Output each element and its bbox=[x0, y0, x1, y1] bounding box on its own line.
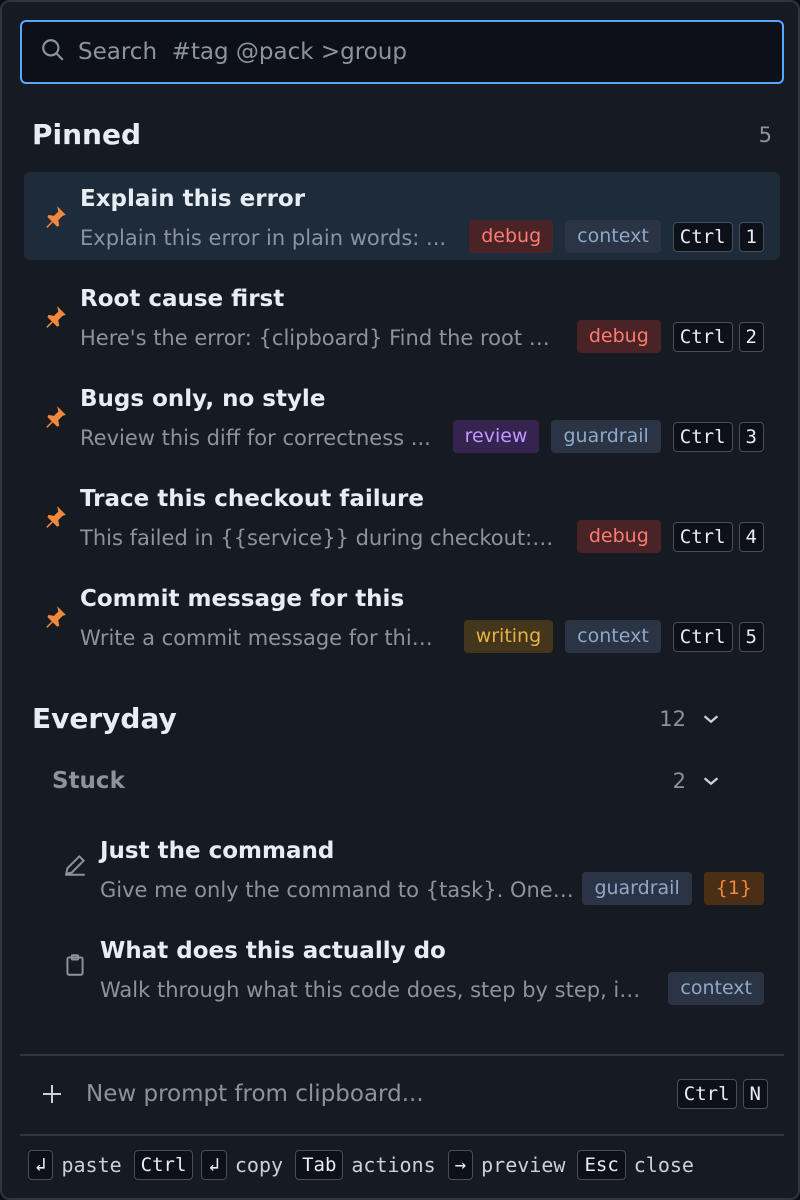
prompt-desc: Review this diff for correctness ... bbox=[80, 426, 431, 450]
pinned-count: 5 bbox=[758, 122, 772, 147]
tag-badge[interactable]: guardrail bbox=[582, 872, 692, 905]
key-cap: Esc bbox=[577, 1150, 626, 1180]
prompt-desc: This failed in {{service}} during checko… bbox=[80, 526, 554, 550]
shortcut: Ctrl 1 bbox=[672, 221, 764, 252]
pinned-title: Pinned bbox=[32, 118, 142, 151]
everyday-count: 12 bbox=[659, 706, 686, 731]
hint-label: copy bbox=[234, 1153, 284, 1177]
search-box[interactable] bbox=[20, 20, 784, 84]
hint-label: paste bbox=[61, 1153, 122, 1177]
pinned-section-header: Pinned 5 bbox=[32, 118, 772, 151]
search-icon bbox=[40, 37, 66, 68]
hint-label: close bbox=[633, 1153, 694, 1177]
key-cap: Tab bbox=[295, 1150, 344, 1180]
new-prompt-label: New prompt from clipboard... bbox=[86, 1081, 424, 1107]
prompt-item[interactable]: Bugs only, no style Review this diff for… bbox=[24, 372, 780, 460]
stuck-count: 2 bbox=[672, 769, 686, 793]
key-cap: Ctrl bbox=[672, 321, 733, 352]
stuck-group-header[interactable]: Stuck 2 bbox=[52, 768, 722, 794]
key-cap: Ctrl bbox=[672, 521, 733, 552]
shortcut: Ctrl 4 bbox=[672, 521, 764, 552]
stuck-title: Stuck bbox=[52, 768, 125, 794]
enter-key: ↲ bbox=[28, 1150, 54, 1180]
new-prompt-button[interactable]: New prompt from clipboard... Ctrl N bbox=[20, 1056, 784, 1132]
prompt-title: Commit message for this bbox=[80, 586, 405, 612]
prompt-item[interactable]: Commit message for this Write a commit m… bbox=[24, 572, 780, 660]
key-cap: 1 bbox=[738, 221, 764, 252]
prompt-item[interactable]: What does this actually do Walk through … bbox=[24, 924, 780, 1012]
tag-badge[interactable]: context bbox=[565, 620, 661, 653]
shortcut: Ctrl 3 bbox=[672, 421, 764, 452]
shortcut: Ctrl 2 bbox=[672, 321, 764, 352]
hint-label: actions bbox=[351, 1153, 436, 1177]
divider bbox=[20, 1134, 784, 1136]
key-cap: Ctrl bbox=[672, 621, 733, 652]
tag-badge[interactable]: review bbox=[452, 420, 540, 453]
key-cap: N bbox=[742, 1079, 768, 1109]
search-input[interactable] bbox=[78, 39, 758, 65]
clipboard-icon bbox=[62, 952, 88, 978]
key-cap: 5 bbox=[738, 621, 764, 652]
chevron-down-icon[interactable] bbox=[700, 770, 722, 792]
hint-label: preview bbox=[481, 1153, 566, 1177]
key-cap: 4 bbox=[738, 521, 764, 552]
key-cap: Ctrl bbox=[133, 1150, 194, 1180]
prompt-title: Explain this error bbox=[80, 186, 306, 212]
pin-icon bbox=[42, 604, 68, 630]
prompt-desc: Write a commit message for this... bbox=[80, 626, 442, 650]
tag-badge[interactable]: debug bbox=[469, 220, 554, 253]
prompt-desc: Here's the error: {clipboard} Find the r… bbox=[80, 326, 554, 350]
prompt-item[interactable]: Trace this checkout failure This failed … bbox=[24, 472, 780, 560]
tag-badge[interactable]: debug bbox=[576, 320, 661, 353]
tag-badge[interactable]: writing bbox=[463, 620, 554, 653]
pin-icon bbox=[42, 304, 68, 330]
tag-badge[interactable]: guardrail bbox=[551, 420, 661, 453]
prompt-item[interactable]: Root cause first Here's the error: {clip… bbox=[24, 272, 780, 360]
prompt-title: Just the command bbox=[100, 838, 335, 864]
tag-badge[interactable]: context bbox=[668, 972, 764, 1005]
everyday-title: Everyday bbox=[32, 702, 177, 735]
prompt-title: What does this actually do bbox=[100, 938, 446, 964]
key-cap: 3 bbox=[738, 421, 764, 452]
pin-icon bbox=[42, 504, 68, 530]
enter-key: ↲ bbox=[201, 1150, 227, 1180]
pencil-icon bbox=[62, 852, 88, 878]
prompt-desc: Give me only the command to {task}. One … bbox=[100, 878, 580, 902]
arrow-right-key: → bbox=[447, 1150, 474, 1180]
prompt-desc: Explain this error in plain words: ... bbox=[80, 226, 447, 250]
tag-badge[interactable]: context bbox=[565, 220, 661, 253]
pin-icon bbox=[42, 204, 68, 230]
prompt-title: Bugs only, no style bbox=[80, 386, 326, 412]
key-cap: 2 bbox=[738, 321, 764, 352]
prompt-desc: Walk through what this code does, step b… bbox=[100, 978, 652, 1002]
variable-count-badge: {1} bbox=[703, 872, 764, 905]
chevron-down-icon[interactable] bbox=[700, 708, 722, 730]
pin-icon bbox=[42, 404, 68, 430]
prompt-title: Root cause first bbox=[80, 286, 285, 312]
shortcut: Ctrl 5 bbox=[672, 621, 764, 652]
everyday-section-header[interactable]: Everyday 12 bbox=[32, 702, 722, 735]
prompt-item[interactable]: Just the command Give me only the comman… bbox=[24, 824, 780, 912]
key-cap: Ctrl bbox=[676, 1079, 737, 1109]
prompt-palette: Pinned 5 Explain this error Explain this… bbox=[0, 0, 800, 1200]
shortcut: Ctrl N bbox=[676, 1079, 768, 1109]
prompt-title: Trace this checkout failure bbox=[80, 486, 424, 512]
plus-icon bbox=[43, 1085, 61, 1103]
tag-badge[interactable]: debug bbox=[576, 520, 661, 553]
keyboard-hints: ↲ paste Ctrl ↲ copy Tab actions → previe… bbox=[28, 1150, 698, 1180]
key-cap: Ctrl bbox=[672, 221, 733, 252]
key-cap: Ctrl bbox=[672, 421, 733, 452]
prompt-item[interactable]: Explain this error Explain this error in… bbox=[24, 172, 780, 260]
